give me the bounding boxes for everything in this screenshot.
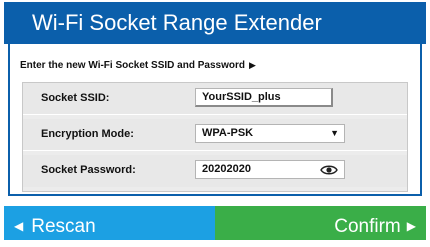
password-row: Socket Password: 20202020 — [23, 155, 407, 187]
password-label: Socket Password: — [41, 164, 136, 176]
right-arrow-icon: ▶ — [406, 219, 416, 233]
encryption-row: Encryption Mode: WPA-PSK ▼ — [23, 119, 407, 151]
socket-settings-form: Socket SSID: YourSSID_plus Encryption Mo… — [22, 82, 408, 192]
encryption-select[interactable]: WPA-PSK ▼ — [195, 124, 345, 143]
encryption-value: WPA-PSK — [202, 127, 254, 139]
password-value: 20202020 — [202, 163, 251, 175]
dropdown-arrow-icon[interactable]: ▼ — [330, 125, 339, 142]
encryption-label: Encryption Mode: — [41, 128, 134, 140]
instruction-text: Enter the new Wi-Fi Socket SSID and Pass… — [20, 60, 256, 71]
confirm-button[interactable]: Confirm ▶ — [215, 206, 426, 240]
ssid-input[interactable]: YourSSID_plus — [195, 88, 333, 107]
page-title: Wi-Fi Socket Range Extender — [4, 2, 426, 44]
left-arrow-icon: ◀ — [14, 219, 24, 233]
ssid-row: Socket SSID: YourSSID_plus — [23, 83, 407, 115]
rescan-label: Rescan — [31, 216, 96, 237]
ssid-label: Socket SSID: — [41, 92, 110, 104]
confirm-label: Confirm — [334, 216, 401, 237]
instruction-label: Enter the new Wi-Fi Socket SSID and Pass… — [20, 60, 245, 71]
play-arrow-icon: ▶ — [248, 60, 256, 70]
eye-icon[interactable] — [320, 164, 338, 176]
range-extender-window: Wi-Fi Socket Range Extender Enter the ne… — [4, 2, 426, 240]
rescan-button[interactable]: ◀ Rescan — [4, 206, 215, 240]
settings-panel: Enter the new Wi-Fi Socket SSID and Pass… — [8, 44, 422, 196]
password-input[interactable]: 20202020 — [195, 160, 345, 179]
